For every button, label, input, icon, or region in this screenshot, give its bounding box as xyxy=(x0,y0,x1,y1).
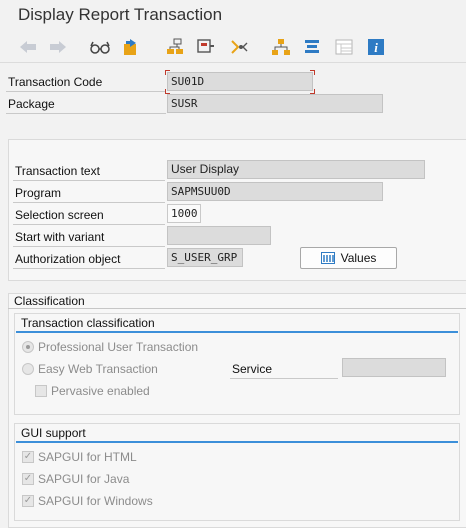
hierarchy-icon[interactable] xyxy=(271,37,291,57)
back-arrow-icon[interactable] xyxy=(18,37,38,57)
label-underline xyxy=(6,113,166,114)
values-icon xyxy=(320,252,335,264)
auth-object-label: Authorization object xyxy=(15,252,121,266)
where-used-icon[interactable] xyxy=(165,37,185,57)
label-underline xyxy=(6,91,166,92)
info-icon[interactable]: i xyxy=(366,37,386,57)
values-button[interactable]: Values xyxy=(300,247,397,269)
start-variant-field[interactable] xyxy=(167,226,271,245)
package-label: Package xyxy=(8,97,55,111)
application-toolbar: i xyxy=(0,34,466,60)
pervasive-checkbox[interactable] xyxy=(35,385,47,397)
find-icon[interactable] xyxy=(196,37,216,57)
classification-title: Classification xyxy=(14,294,85,308)
focus-corner xyxy=(165,70,170,75)
sapgui-java-label: SAPGUI for Java xyxy=(38,472,130,486)
layout-icon[interactable] xyxy=(334,37,354,57)
header-separator xyxy=(0,62,466,63)
selection-screen-field[interactable]: 1000 xyxy=(167,204,201,223)
easy-web-radio[interactable] xyxy=(22,363,34,375)
selection-screen-label: Selection screen xyxy=(15,208,104,222)
navigation-window-icon[interactable] xyxy=(302,37,322,57)
transaction-code-label: Transaction Code xyxy=(8,75,103,89)
program-label: Program xyxy=(15,186,62,200)
transaction-text-label: Transaction text xyxy=(15,164,100,178)
glasses-icon[interactable] xyxy=(90,37,110,57)
sapgui-html-checkbox[interactable]: ✓ xyxy=(22,451,34,463)
object-switch-icon[interactable] xyxy=(121,37,141,57)
label-underline xyxy=(13,246,165,247)
group-accent-line xyxy=(16,441,458,443)
gui-support-title: GUI support xyxy=(21,426,86,440)
easy-web-label: Easy Web Transaction xyxy=(38,362,158,376)
auth-object-field[interactable]: S_USER_GRP xyxy=(167,248,243,267)
transaction-code-field[interactable]: SU01D xyxy=(167,72,313,91)
pervasive-label: Pervasive enabled xyxy=(51,384,150,398)
sapgui-windows-checkbox[interactable]: ✓ xyxy=(22,495,34,507)
label-underline xyxy=(13,202,165,203)
transaction-text-field[interactable]: User Display xyxy=(167,160,425,179)
sapgui-html-label: SAPGUI for HTML xyxy=(38,450,137,464)
forward-arrow-icon[interactable] xyxy=(48,37,68,57)
start-variant-label: Start with variant xyxy=(15,230,105,244)
package-field[interactable]: SUSR xyxy=(167,94,383,113)
professional-user-radio[interactable] xyxy=(22,341,34,353)
values-button-label: Values xyxy=(340,251,377,265)
service-field[interactable] xyxy=(342,358,446,377)
focus-corner xyxy=(310,70,315,75)
program-field[interactable]: SAPMSUU0D xyxy=(167,182,383,201)
svg-text:i: i xyxy=(374,40,378,55)
professional-user-label: Professional User Transaction xyxy=(38,340,199,354)
label-underline xyxy=(13,180,165,181)
window-title: Display Report Transaction xyxy=(18,5,223,24)
label-underline xyxy=(13,224,165,225)
classification-title-line xyxy=(8,308,466,309)
group-accent-line xyxy=(16,331,458,333)
label-underline xyxy=(230,378,338,379)
transaction-classification-title: Transaction classification xyxy=(21,316,155,330)
display-object-list-icon[interactable] xyxy=(229,37,249,57)
sapgui-windows-label: SAPGUI for Windows xyxy=(38,494,153,508)
service-label: Service xyxy=(232,362,273,376)
sapgui-java-checkbox[interactable]: ✓ xyxy=(22,473,34,485)
label-underline xyxy=(13,268,165,269)
